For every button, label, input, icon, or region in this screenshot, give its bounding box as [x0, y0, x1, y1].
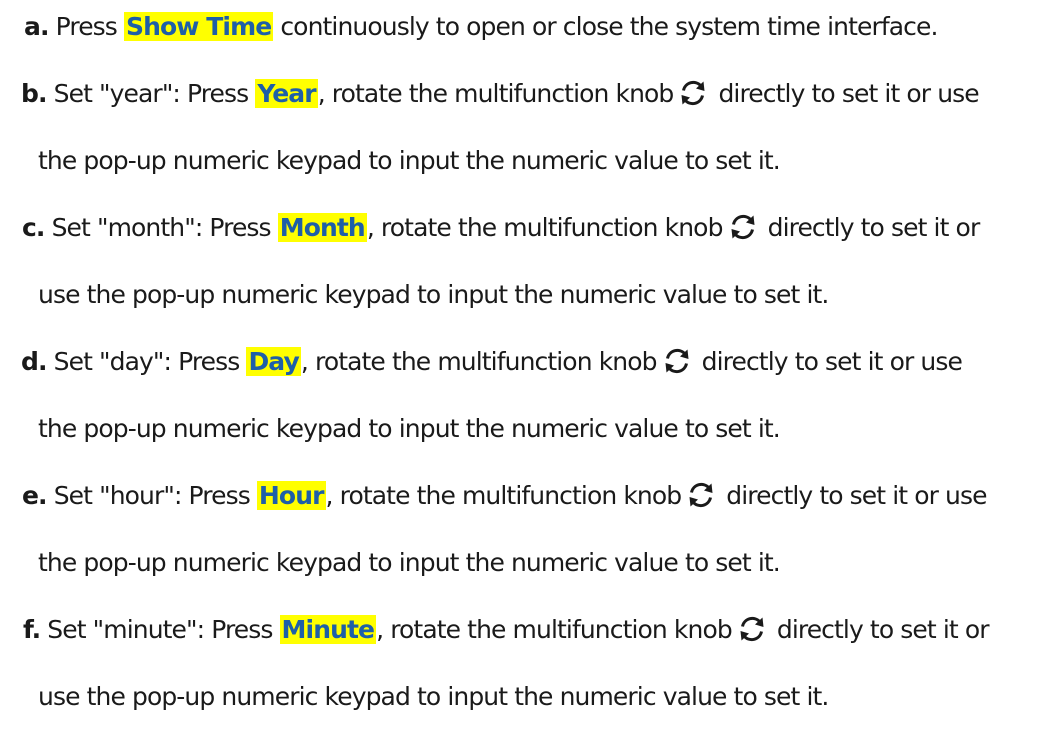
step-text: , rotate the multifunction knob	[300, 347, 658, 376]
step-c-line-2: use the pop-up numeric keypad to input t…	[38, 280, 829, 309]
step-text: Press	[48, 12, 124, 41]
step-text: , rotate the multifunction knob	[366, 213, 724, 242]
step-text: directly to set it or use	[694, 347, 963, 376]
step-text: , rotate the multifunction knob	[376, 615, 733, 644]
rotate-knob-icon	[738, 615, 766, 643]
step-marker: e.	[22, 481, 48, 510]
rotate-knob-icon	[663, 347, 691, 375]
step-marker: a.	[24, 12, 49, 41]
hour-key-label: Hour	[256, 481, 326, 510]
step-b-line-1: b. Set "year": Press Year, rotate the mu…	[21, 76, 980, 112]
step-text: Set "day": Press	[46, 347, 247, 376]
step-c-line-1: c. Set "month": Press Month, rotate the …	[22, 210, 981, 246]
instruction-page: a. Press Show Time continuously to open …	[0, 0, 1064, 746]
step-marker: d.	[21, 347, 47, 376]
step-marker: c.	[22, 213, 45, 242]
step-f-line-2: use the pop-up numeric keypad to input t…	[38, 682, 829, 711]
step-d-line-2: the pop-up numeric keypad to input the n…	[38, 414, 781, 443]
step-f-line-1: f. Set "minute": Press Minute, rotate th…	[23, 612, 989, 648]
month-key-label: Month	[277, 213, 367, 242]
step-a-line-1: a. Press Show Time continuously to open …	[24, 9, 938, 45]
step-text: directly to set it or	[769, 615, 990, 644]
minute-key-label: Minute	[279, 615, 377, 644]
rotate-knob-icon	[729, 213, 757, 241]
step-e-line-2: the pop-up numeric keypad to input the n…	[38, 548, 781, 577]
step-b-line-2: the pop-up numeric keypad to input the n…	[38, 146, 781, 175]
step-text: directly to set it or use	[719, 481, 987, 510]
step-text: continuously to open or close the system…	[273, 12, 938, 41]
rotate-knob-icon	[679, 79, 707, 107]
step-d-line-1: d. Set "day": Press Day, rotate the mult…	[21, 344, 963, 380]
show-time-key-label: Show Time	[123, 12, 274, 41]
step-e-line-1: e. Set "hour": Press Hour, rotate the mu…	[22, 478, 988, 514]
step-marker: f.	[23, 615, 41, 644]
step-text: directly to set it or	[760, 213, 981, 242]
step-text: , rotate the multifunction knob	[325, 481, 683, 510]
step-text: Set "minute": Press	[40, 615, 280, 644]
year-key-label: Year	[255, 79, 318, 108]
step-text: Set "hour": Press	[46, 481, 257, 510]
step-marker: b.	[21, 79, 47, 108]
rotate-knob-icon	[687, 481, 715, 509]
step-text: directly to set it or use	[711, 79, 979, 108]
step-text: , rotate the multifunction knob	[317, 79, 675, 108]
step-text: Set "year": Press	[46, 79, 256, 108]
day-key-label: Day	[246, 347, 301, 376]
step-text: Set "month": Press	[44, 213, 278, 242]
